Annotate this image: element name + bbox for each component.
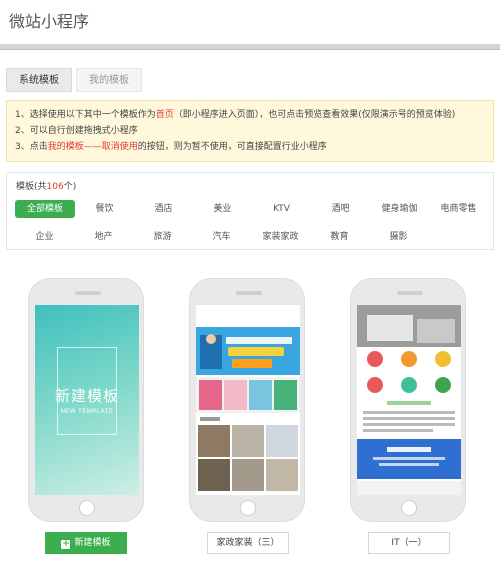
page-title: 微站小程序 [9,12,90,31]
template-preview-new: 新建模板 NEW TEMPLATE [35,305,139,495]
category-item[interactable]: 健身瑜伽 [370,200,429,218]
category-item[interactable]: 摄影 [369,228,428,246]
notice-line-2: 2、可以自行创建拖拽式小程序 [15,126,138,136]
category-item[interactable]: 旅游 [133,228,192,246]
category-item[interactable]: KTV [252,200,311,218]
category-row-1: 全部模板 餐饮 酒店 美业 KTV 酒吧 健身瑜伽 电商零售 [15,200,488,218]
notice-line-3: 3、点击我的模板——取消使用的按钮，则为暂不使用，可直接配置行业小程序 [15,142,327,152]
category-item[interactable]: 家装家政 [251,228,310,246]
template-card-home-services[interactable] [189,278,305,522]
phone-home-button [401,500,417,516]
home-services-screenshot [196,305,300,491]
category-item[interactable]: 地产 [74,228,133,246]
category-filter: 模板(共106个) 全部模板 餐饮 酒店 美业 KTV 酒吧 健身瑜伽 电商零售… [6,172,494,250]
tab-system-templates[interactable]: 系统模板 [6,68,72,92]
new-template-button[interactable]: + 新建模板 [45,532,127,554]
template-preview-home-services [196,305,300,495]
top-divider [0,44,500,50]
plus-icon: + [61,539,71,549]
template-count: 模板(共106个) [16,182,77,192]
template-preview-it [357,305,461,495]
template-tabs: 系统模板 我的模板 [6,68,146,92]
phone-home-button [79,500,95,516]
category-item[interactable]: 教育 [310,228,369,246]
preview-subtitle: NEW TEMPLATE [60,409,114,415]
phone-speaker [397,291,423,295]
category-item[interactable]: 企业 [15,228,74,246]
category-item[interactable]: 汽车 [192,228,251,246]
home-services-template-button[interactable]: 家政家装（三） [207,532,289,554]
phone-home-button [240,500,256,516]
preview-title: 新建模板 [54,387,119,405]
category-item[interactable]: 美业 [193,200,252,218]
phone-speaker [75,291,101,295]
template-gallery: 新建模板 NEW TEMPLATE + 新建模板 家政家装（三） IT（一） [0,278,500,558]
category-all[interactable]: 全部模板 [15,200,75,218]
notice-line-1: 1、选择使用以下其中一个模板作为首页（即小程序进入页面），也可点击预览查看效果(… [15,110,456,120]
template-card-it[interactable] [350,278,466,522]
tab-my-templates[interactable]: 我的模板 [76,68,142,92]
category-item[interactable]: 酒店 [134,200,193,218]
it-screenshot [357,305,461,495]
category-item[interactable]: 电商零售 [429,200,488,218]
phone-speaker [236,291,262,295]
it-template-button[interactable]: IT（一） [368,532,450,554]
category-row-2: 企业 地产 旅游 汽车 家装家政 教育 摄影 [15,228,428,246]
template-card-new[interactable]: 新建模板 NEW TEMPLATE [28,278,144,522]
notice-box: 1、选择使用以下其中一个模板作为首页（即小程序进入页面），也可点击预览查看效果(… [6,100,494,162]
category-item[interactable]: 餐饮 [75,200,134,218]
category-item[interactable]: 酒吧 [311,200,370,218]
